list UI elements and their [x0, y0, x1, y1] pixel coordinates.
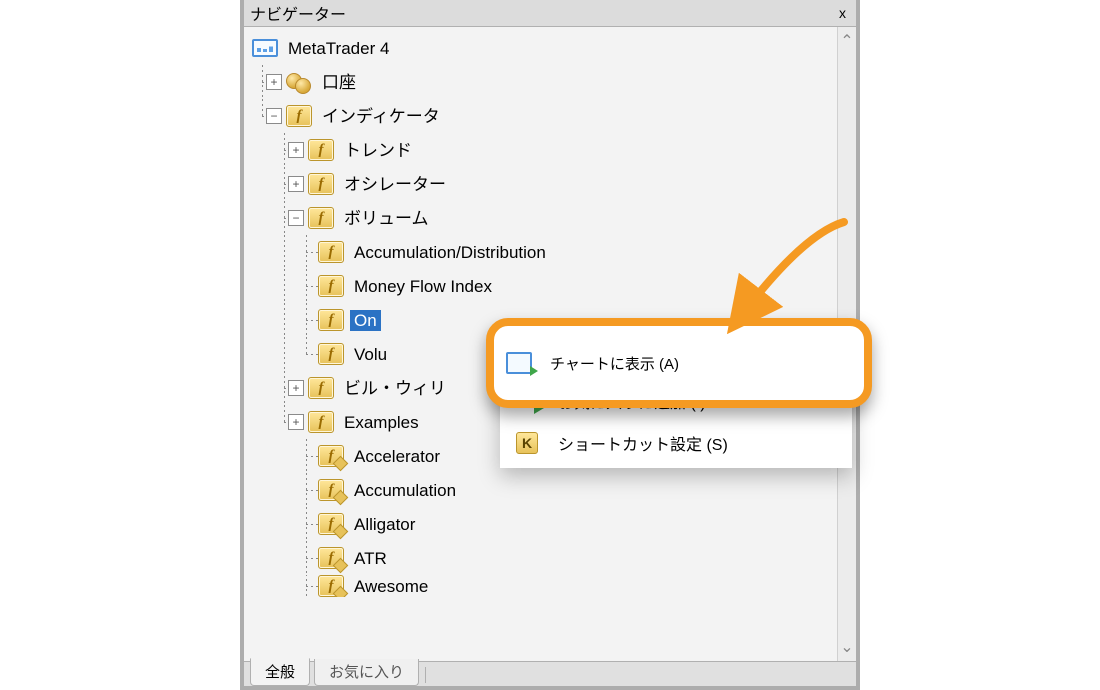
tree-label: ボリューム [340, 208, 433, 229]
indicator-folder-icon [308, 377, 334, 399]
custom-indicator-icon [318, 547, 344, 569]
shortcut-key-icon [514, 432, 544, 454]
close-button[interactable]: x [835, 5, 850, 21]
tree-label: Alligator [350, 514, 419, 535]
indicator-folder-icon [308, 139, 334, 161]
mt4-icon [252, 39, 278, 57]
tree-label: Examples [340, 412, 423, 433]
tree-item-alligator[interactable]: Alligator [252, 507, 837, 541]
tree-label-selected: On [350, 310, 381, 331]
tree-root[interactable]: MetaTrader 4 [252, 31, 837, 65]
tree-label: トレンド [340, 140, 416, 161]
tree-label: インディケータ [318, 106, 444, 127]
indicator-icon [318, 309, 344, 331]
tab-general[interactable]: 全般 [250, 658, 310, 686]
scroll-up-icon[interactable]: ⌃ [840, 27, 853, 55]
tree-label: Awesome [350, 576, 432, 597]
attach-chart-icon [506, 352, 536, 374]
context-item-shortcut[interactable]: ショートカット設定 (S) [502, 422, 850, 464]
indicator-folder-icon [308, 207, 334, 229]
context-item-label: チャートに表示 (A) [550, 353, 679, 374]
custom-indicator-icon [318, 445, 344, 467]
tree-node-indicators[interactable]: − インディケータ [252, 99, 837, 133]
indicator-icon [318, 275, 344, 297]
window-title: ナビゲーター [250, 1, 346, 25]
custom-indicator-icon [318, 513, 344, 535]
tab-favorites[interactable]: お気に入り [314, 659, 419, 686]
tab-separator [425, 667, 426, 683]
tree-label: オシレーター [340, 174, 450, 195]
tree-node-trend[interactable]: + トレンド [252, 133, 837, 167]
context-item-label: ショートカット設定 (S) [558, 431, 728, 455]
tab-bar: 全般 お気に入り [244, 661, 856, 686]
tree-root-label: MetaTrader 4 [284, 38, 393, 59]
tree-node-accounts[interactable]: + 口座 [252, 65, 837, 99]
tree-label: Accumulation [350, 480, 460, 501]
expander-plus[interactable]: + [288, 380, 304, 396]
expander-plus[interactable]: + [266, 74, 282, 90]
tree-item-accdist[interactable]: Accumulation/Distribution [252, 235, 837, 269]
indicator-folder-icon [286, 105, 312, 127]
expander-plus[interactable]: + [288, 414, 304, 430]
expander-plus[interactable]: + [288, 142, 304, 158]
tree-label: Money Flow Index [350, 276, 496, 297]
tree-label: ビル・ウィリ [340, 378, 450, 399]
callout-highlight: チャートに表示 (A) [486, 318, 872, 408]
indicator-folder-icon [308, 173, 334, 195]
custom-indicator-icon [318, 479, 344, 501]
custom-indicator-icon [318, 575, 344, 597]
tree-label: ATR [350, 548, 391, 569]
tree-label: Accelerator [350, 446, 444, 467]
tree-node-oscillator[interactable]: + オシレーター [252, 167, 837, 201]
tree-item-accumulation[interactable]: Accumulation [252, 473, 837, 507]
tree-label: Accumulation/Distribution [350, 242, 550, 263]
indicator-icon [318, 241, 344, 263]
tree-item-atr[interactable]: ATR [252, 541, 837, 575]
tree-item-mfi[interactable]: Money Flow Index [252, 269, 837, 303]
indicator-icon [318, 343, 344, 365]
scroll-down-icon[interactable]: ⌄ [840, 633, 853, 661]
indicator-folder-icon [308, 411, 334, 433]
expander-plus[interactable]: + [288, 176, 304, 192]
titlebar: ナビゲーター x [244, 0, 856, 27]
accounts-icon [286, 71, 312, 93]
expander-minus[interactable]: − [266, 108, 282, 124]
context-item-attach-highlighted[interactable]: チャートに表示 (A) [494, 352, 691, 374]
tree-label: 口座 [318, 72, 360, 93]
expander-minus[interactable]: − [288, 210, 304, 226]
tree-label: Volu [350, 344, 391, 365]
tree-item-awesome[interactable]: Awesome [252, 575, 837, 597]
tree-node-volume[interactable]: − ボリューム [252, 201, 837, 235]
